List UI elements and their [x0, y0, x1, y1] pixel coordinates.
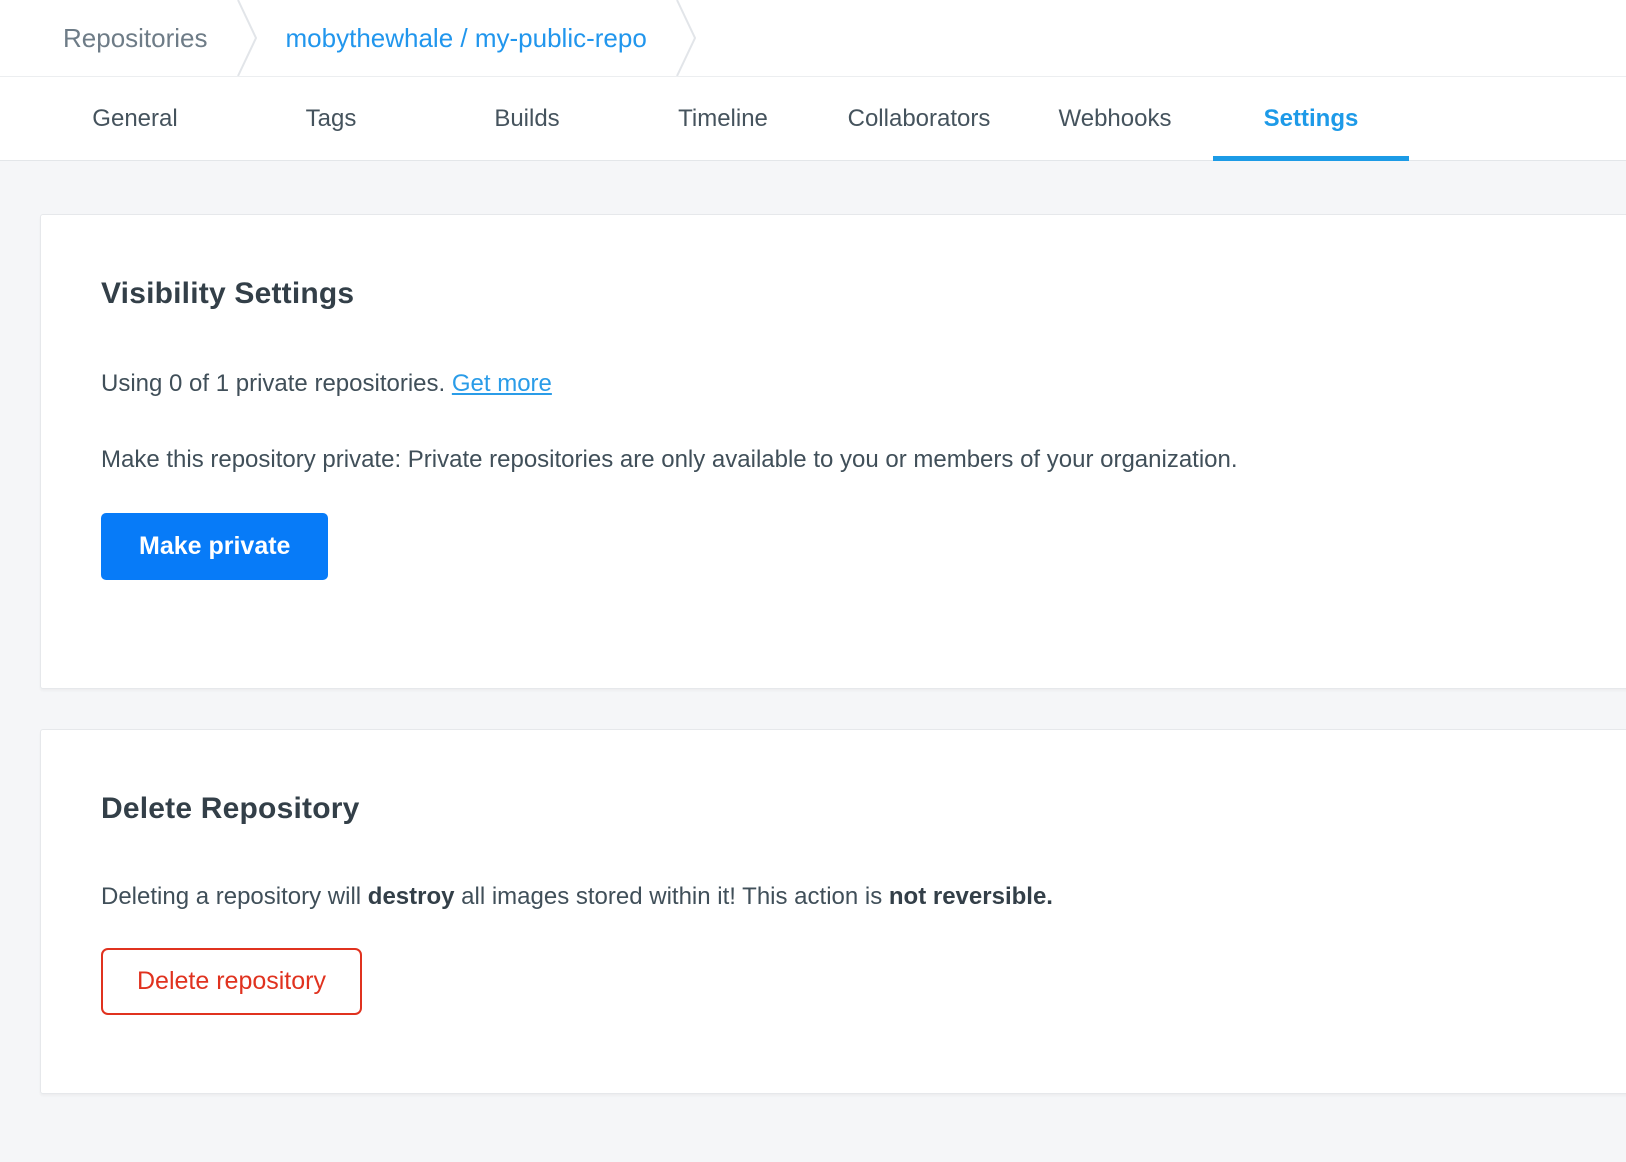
- tab-timeline[interactable]: Timeline: [625, 77, 821, 160]
- delete-repository-title: Delete Repository: [101, 792, 1577, 826]
- get-more-link[interactable]: Get more: [452, 370, 552, 397]
- delete-repository-button[interactable]: Delete repository: [101, 948, 362, 1015]
- tab-collaborators-label: Collaborators: [848, 105, 991, 133]
- make-private-description: Make this repository private: Private re…: [101, 445, 1577, 475]
- tab-builds-label: Builds: [494, 105, 559, 133]
- tab-tags-label: Tags: [306, 105, 357, 133]
- usage-text: Using 0 of 1 private repositories.: [101, 370, 452, 397]
- delete-repository-card: Delete Repository Deleting a repository …: [40, 729, 1626, 1094]
- make-private-button[interactable]: Make private: [101, 513, 328, 580]
- tab-webhooks[interactable]: Webhooks: [1017, 77, 1213, 160]
- settings-content: Visibility Settings Using 0 of 1 private…: [0, 161, 1626, 1162]
- delete-warning-not-reversible: not reversible.: [889, 883, 1053, 910]
- visibility-settings-card: Visibility Settings Using 0 of 1 private…: [40, 214, 1626, 689]
- tab-webhooks-label: Webhooks: [1059, 105, 1172, 133]
- delete-warning-text: Deleting a repository will destroy all i…: [101, 882, 1577, 912]
- tab-settings[interactable]: Settings: [1213, 77, 1409, 160]
- tab-settings-label: Settings: [1264, 105, 1359, 133]
- tab-builds[interactable]: Builds: [429, 77, 625, 160]
- chevron-right-icon: [675, 0, 697, 76]
- private-repo-usage-text: Using 0 of 1 private repositories. Get m…: [101, 369, 1577, 399]
- visibility-settings-title: Visibility Settings: [101, 277, 1577, 311]
- tab-timeline-label: Timeline: [678, 105, 768, 133]
- chevron-right-icon: [236, 0, 258, 76]
- delete-warning-destroy: destroy: [368, 883, 455, 910]
- delete-warning-prefix: Deleting a repository will: [101, 883, 368, 910]
- tab-tags[interactable]: Tags: [233, 77, 429, 160]
- delete-warning-middle: all images stored within it! This action…: [454, 883, 888, 910]
- tab-general-label: General: [92, 105, 177, 133]
- breadcrumb-repositories[interactable]: Repositories: [63, 0, 208, 76]
- tab-collaborators[interactable]: Collaborators: [821, 77, 1017, 160]
- breadcrumb: Repositories mobythewhale / my-public-re…: [0, 0, 1626, 77]
- breadcrumb-current-repo[interactable]: mobythewhale / my-public-repo: [286, 0, 647, 76]
- repo-tabs: General Tags Builds Timeline Collaborato…: [0, 77, 1626, 161]
- tab-general[interactable]: General: [37, 77, 233, 160]
